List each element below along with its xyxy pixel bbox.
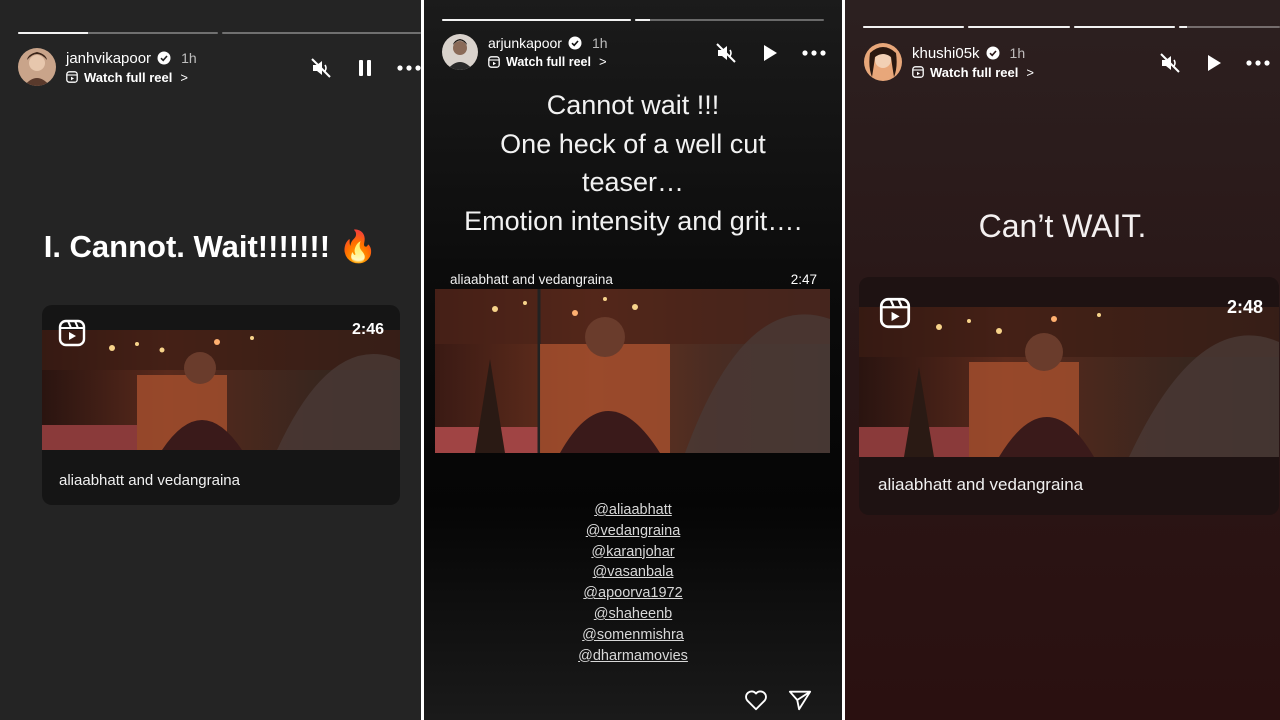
reel-icon <box>488 55 500 68</box>
watch-full-reel-label: Watch full reel <box>84 69 173 85</box>
chevron-right-icon: > <box>1026 64 1034 80</box>
chevron-right-icon: > <box>598 54 607 69</box>
reel-caption: aliaabhatt and vedangraina <box>878 475 1084 494</box>
mention-link[interactable]: @vedangraina <box>424 521 842 542</box>
reels-icon <box>879 297 911 329</box>
username[interactable]: arjunkapoor <box>488 35 562 51</box>
story-panel-janhvikapoor[interactable]: janhvikapoor 1h Watch full reel > I. Can… <box>0 0 421 720</box>
story-footer-actions <box>744 688 812 712</box>
progress-segment <box>863 26 965 28</box>
story-panel-arjunkapoor[interactable]: arjunkapoor 1h Watch full reel > Cannot … <box>424 0 842 720</box>
verified-badge-icon <box>986 46 1000 60</box>
story-text: Can’t WAIT. <box>845 208 1280 245</box>
reel-duration: 2:48 <box>1226 297 1263 317</box>
shared-reel-card[interactable]: aliaabhatt and vedangraina 2:47 <box>435 268 830 456</box>
reels-icon <box>58 319 86 347</box>
speaker-muted-icon[interactable] <box>714 41 738 65</box>
verified-badge-icon <box>157 51 171 65</box>
send-icon[interactable] <box>788 688 812 712</box>
pause-icon[interactable] <box>353 56 377 80</box>
post-time: 1h <box>1009 45 1026 61</box>
story-text-line: One heck of a well cut <box>500 128 766 159</box>
mention-link[interactable]: @aliaabhatt <box>424 500 842 521</box>
progress-segment <box>18 32 218 34</box>
verified-badge-icon <box>568 36 582 50</box>
mention-link[interactable]: @karanjohar <box>424 542 842 563</box>
reel-thumbnail <box>859 307 1279 457</box>
more-icon[interactable] <box>397 56 421 80</box>
post-time: 1h <box>181 50 197 66</box>
shared-reel-card[interactable]: 2:48 aliaabhatt and vedangraina <box>859 277 1279 515</box>
more-icon[interactable] <box>1246 51 1270 75</box>
story-text-line: Emotion intensity and grit…. <box>464 205 802 236</box>
story-header: khushi05k 1h Watch full reel > <box>864 43 1034 81</box>
speaker-muted-icon[interactable] <box>1158 51 1182 75</box>
speaker-muted-icon[interactable] <box>309 56 333 80</box>
story-text-line: Cannot wait !!! <box>546 90 720 120</box>
story-text: Cannot wait !!! One heck of a well cut t… <box>424 86 842 240</box>
watch-full-reel-label: Watch full reel <box>930 64 1019 80</box>
story-progress-bar <box>863 26 1280 28</box>
play-icon[interactable] <box>758 41 782 65</box>
story-progress-bar <box>18 32 421 34</box>
reel-caption: aliaabhatt and vedangraina <box>450 272 613 287</box>
progress-segment <box>635 19 824 21</box>
story-text-line: Can’t WAIT. <box>978 208 1147 244</box>
mention-link[interactable]: @shaheenb <box>424 604 842 625</box>
story-controls <box>1158 51 1270 75</box>
avatar[interactable] <box>442 34 478 70</box>
reel-icon <box>912 66 924 78</box>
progress-segment <box>1073 26 1175 28</box>
heart-icon[interactable] <box>744 688 768 712</box>
story-text-line: I. Cannot. Wait!!!!!!! 🔥 <box>43 229 378 264</box>
story-header: arjunkapoor 1h Watch full reel > <box>442 34 608 70</box>
reel-icon <box>66 71 78 83</box>
progress-segment <box>221 32 421 34</box>
reel-caption: aliaabhatt and vedangraina <box>59 472 240 489</box>
mention-link[interactable]: @dharmamovies <box>424 646 842 667</box>
story-controls <box>309 56 421 80</box>
progress-segment <box>968 26 1070 28</box>
mention-link[interactable]: @apoorva1972 <box>424 583 842 604</box>
watch-full-reel-link[interactable]: Watch full reel > <box>912 65 1034 80</box>
progress-segment <box>442 19 631 21</box>
story-text-line: teaser… <box>581 167 685 197</box>
reel-thumbnail <box>42 330 400 450</box>
username[interactable]: janhvikapoor <box>66 50 151 67</box>
story-header: janhvikapoor 1h Watch full reel > <box>18 48 197 86</box>
mentions-list: @aliaabhatt @vedangraina @karanjohar @va… <box>424 500 842 666</box>
avatar[interactable] <box>18 48 56 86</box>
story-progress-bar <box>442 19 824 21</box>
reel-duration: 2:47 <box>790 272 817 287</box>
chevron-right-icon: > <box>180 69 188 85</box>
watch-full-reel-link[interactable]: Watch full reel > <box>488 54 608 69</box>
reel-duration: 2:46 <box>351 321 384 338</box>
watch-full-reel-label: Watch full reel <box>506 54 591 69</box>
progress-segment <box>1178 26 1280 28</box>
mention-link[interactable]: @vasanbala <box>424 562 842 583</box>
avatar[interactable] <box>864 43 902 81</box>
watch-full-reel-link[interactable]: Watch full reel > <box>66 70 197 85</box>
more-icon[interactable] <box>802 41 826 65</box>
mention-link[interactable]: @somenmishra <box>424 625 842 646</box>
post-time: 1h <box>591 35 608 51</box>
story-panel-khushi05k[interactable]: khushi05k 1h Watch full reel > Can’t WAI… <box>845 0 1280 720</box>
story-controls <box>714 41 826 65</box>
story-text: I. Cannot. Wait!!!!!!! 🔥 <box>0 228 421 265</box>
username[interactable]: khushi05k <box>912 45 980 62</box>
reel-thumbnail <box>435 289 830 453</box>
shared-reel-card[interactable]: 2:46 aliaabhatt and vedangraina <box>42 305 400 505</box>
play-icon[interactable] <box>1202 51 1226 75</box>
